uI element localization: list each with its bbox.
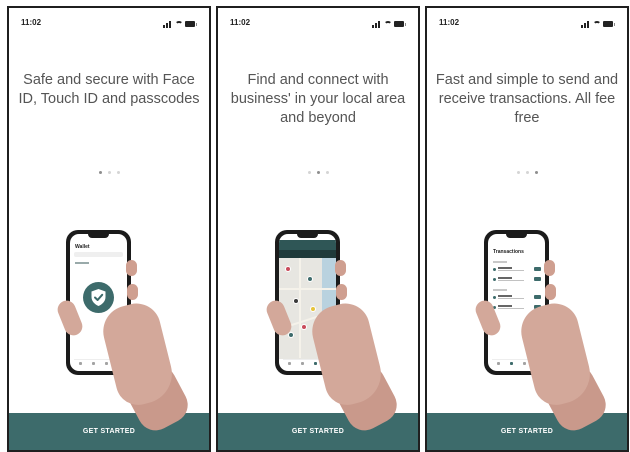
status-time: 11:02 bbox=[439, 18, 460, 27]
page-dot-2[interactable] bbox=[525, 171, 529, 174]
transaction-row[interactable] bbox=[493, 266, 541, 274]
signal-icon bbox=[163, 25, 165, 28]
map-pin[interactable] bbox=[285, 266, 291, 272]
transactions-section-label bbox=[493, 261, 507, 263]
page-indicator bbox=[218, 171, 418, 177]
status-bar: 11:02 bbox=[21, 18, 197, 30]
onboarding-screen-transactions: 11:02 Fast and simple to send and receiv… bbox=[425, 6, 629, 452]
map-pin[interactable] bbox=[293, 298, 299, 304]
signal-icon bbox=[372, 25, 374, 28]
page-indicator bbox=[427, 171, 627, 177]
onboarding-headline: Fast and simple to send and receive tran… bbox=[435, 72, 619, 126]
map-pin[interactable] bbox=[310, 306, 316, 312]
map-search-bar bbox=[279, 250, 336, 258]
battery-icon bbox=[603, 21, 613, 27]
map-header bbox=[279, 240, 336, 250]
battery-icon bbox=[394, 21, 404, 27]
map-pin[interactable] bbox=[307, 276, 313, 282]
transactions-title: Transactions bbox=[493, 249, 524, 255]
wifi-icon bbox=[384, 21, 392, 28]
status-bar: 11:02 bbox=[439, 18, 615, 30]
page-dot-1[interactable] bbox=[516, 171, 520, 174]
map-pin[interactable] bbox=[301, 324, 307, 330]
status-icons bbox=[372, 20, 406, 28]
page-dot-2[interactable] bbox=[107, 171, 111, 174]
transaction-row[interactable] bbox=[493, 276, 541, 284]
onboarding-screen-security: 11:02 Safe and secure with Face ID, Touc… bbox=[7, 6, 211, 452]
battery-icon bbox=[185, 21, 195, 27]
map-pin[interactable] bbox=[288, 332, 294, 338]
onboarding-headline: Find and connect with business' in your … bbox=[230, 72, 406, 126]
transactions-section-label bbox=[493, 289, 507, 291]
wallet-search-bar bbox=[74, 252, 123, 257]
page-dot-2[interactable] bbox=[316, 171, 320, 174]
onboarding-headline: Safe and secure with Face ID, Touch ID a… bbox=[18, 72, 200, 107]
status-bar: 11:02 bbox=[230, 18, 406, 30]
wallet-title: Wallet bbox=[75, 244, 90, 250]
status-icons bbox=[163, 20, 197, 28]
shield-check-icon bbox=[83, 282, 114, 313]
page-dot-3[interactable] bbox=[325, 171, 329, 174]
status-icons bbox=[581, 20, 615, 28]
page-dot-3[interactable] bbox=[534, 171, 538, 174]
page-dot-3[interactable] bbox=[116, 171, 120, 174]
status-time: 11:02 bbox=[21, 18, 42, 27]
wallet-tabs bbox=[75, 262, 89, 264]
page-dot-1[interactable] bbox=[307, 171, 311, 174]
status-time: 11:02 bbox=[230, 18, 251, 27]
onboarding-screen-discover: 11:02 Find and connect with business' in… bbox=[216, 6, 420, 452]
signal-icon bbox=[581, 25, 583, 28]
page-indicator bbox=[9, 171, 209, 177]
wifi-icon bbox=[593, 21, 601, 28]
wifi-icon bbox=[175, 21, 183, 28]
transaction-row[interactable] bbox=[493, 294, 541, 302]
page-dot-1[interactable] bbox=[98, 171, 102, 174]
